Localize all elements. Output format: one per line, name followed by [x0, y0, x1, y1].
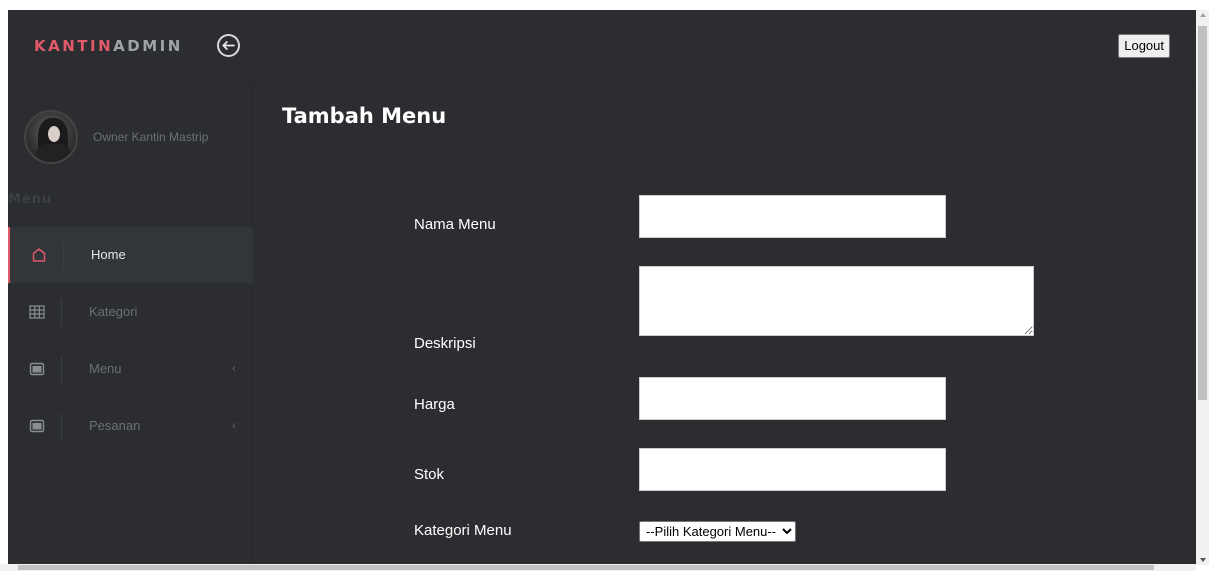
- chevron-left-icon: ‹: [232, 418, 236, 432]
- page-title: Tambah Menu: [282, 104, 447, 128]
- logout-button[interactable]: Logout: [1118, 34, 1170, 58]
- stok-input[interactable]: [639, 448, 946, 491]
- top-header: KANTINADMIN Logout: [8, 10, 1196, 82]
- scroll-down-arrow-icon[interactable]: [1200, 558, 1206, 562]
- avatar: [24, 110, 78, 164]
- horizontal-scroll-thumb[interactable]: [18, 565, 1154, 570]
- brand-logo[interactable]: KANTINADMIN: [34, 37, 183, 55]
- main-content: Tambah Menu Nama Menu Deskripsi Harga St…: [254, 82, 1196, 565]
- sidebar-section-title: Menu: [8, 192, 53, 207]
- horizontal-scrollbar[interactable]: [0, 564, 1196, 571]
- kategori-menu-label: Kategori Menu: [414, 522, 512, 539]
- deskripsi-textarea[interactable]: [639, 266, 1034, 336]
- window-icon: [29, 362, 45, 376]
- grid-icon: [29, 305, 45, 319]
- sidebar-item-menu[interactable]: Menu ‹: [8, 341, 253, 397]
- arrow-left-icon: [222, 41, 235, 50]
- sidebar: Owner Kantin Mastrip Menu Home Kategori: [8, 82, 253, 565]
- harga-label: Harga: [414, 396, 455, 413]
- sidebar-item-label: Pesanan: [89, 418, 141, 433]
- chevron-left-icon: ‹: [232, 361, 236, 375]
- sidebar-item-kategori[interactable]: Kategori: [8, 284, 253, 340]
- sidebar-item-home[interactable]: Home: [8, 227, 253, 283]
- brand-part-admin: ADMIN: [113, 37, 183, 55]
- user-profile: Owner Kantin Mastrip: [24, 110, 208, 164]
- sidebar-item-label: Kategori: [89, 304, 138, 319]
- vertical-scroll-thumb[interactable]: [1198, 26, 1207, 400]
- home-icon: [32, 248, 46, 262]
- profile-name: Owner Kantin Mastrip: [93, 130, 209, 144]
- sidebar-item-label: Menu: [89, 361, 122, 376]
- deskripsi-label: Deskripsi: [414, 335, 476, 352]
- harga-input[interactable]: [639, 377, 946, 420]
- app-window: KANTINADMIN Logout Owner Kantin Mastrip …: [8, 10, 1196, 565]
- window-icon: [29, 419, 45, 433]
- scroll-up-arrow-icon[interactable]: [1200, 13, 1206, 17]
- stok-label: Stok: [414, 466, 445, 483]
- brand-part-kantin: KANTIN: [34, 37, 114, 55]
- nama-menu-input[interactable]: [639, 195, 946, 238]
- sidebar-item-label: Home: [91, 247, 126, 262]
- vertical-scrollbar[interactable]: [1196, 10, 1209, 565]
- sidebar-toggle-button[interactable]: [217, 34, 240, 57]
- nama-menu-label: Nama Menu: [414, 216, 496, 233]
- sidebar-item-pesanan[interactable]: Pesanan ‹: [8, 398, 253, 454]
- kategori-menu-select[interactable]: --Pilih Kategori Menu--: [639, 521, 796, 542]
